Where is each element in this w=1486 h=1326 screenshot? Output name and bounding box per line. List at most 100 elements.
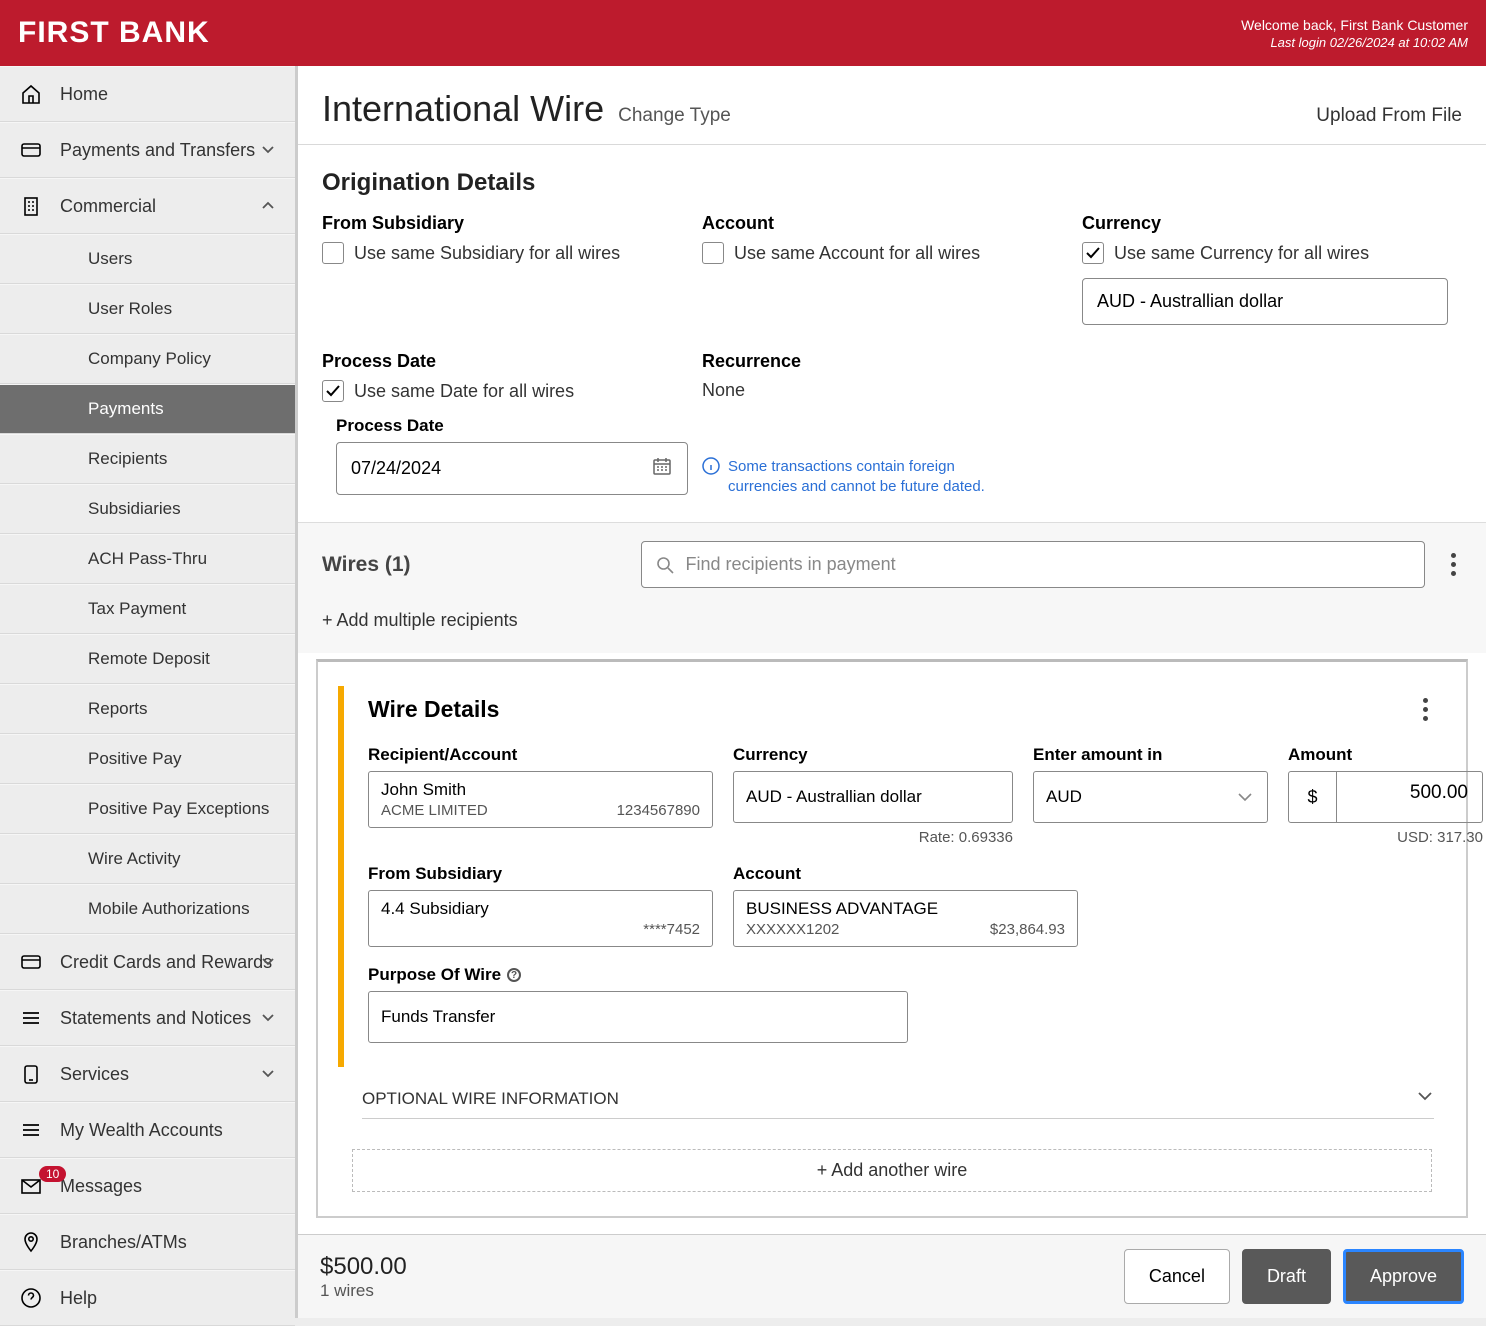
- amount-in-select[interactable]: AUD: [1033, 771, 1268, 823]
- purpose-input[interactable]: Funds Transfer: [368, 991, 908, 1043]
- same-currency-checkbox-row[interactable]: Use same Currency for all wires: [1082, 242, 1448, 264]
- amount-in-label: Enter amount in: [1033, 745, 1268, 765]
- sublabel: Subsidiaries: [88, 499, 277, 519]
- approve-button[interactable]: Approve: [1343, 1249, 1464, 1304]
- sidebar-item-services[interactable]: Services: [0, 1046, 295, 1102]
- sidebar-item-user-roles[interactable]: User Roles: [0, 284, 295, 334]
- usd-equivalent-text: USD: 317.30: [1288, 829, 1483, 846]
- sidebar-item-commercial[interactable]: Commercial: [0, 178, 295, 234]
- same-account-checkbox-row[interactable]: Use same Account for all wires: [702, 242, 1068, 264]
- recipient-select[interactable]: John Smith ACME LIMITED1234567890: [368, 771, 713, 828]
- sidebar-item-statements[interactable]: Statements and Notices: [0, 990, 295, 1046]
- sublabel: Branches/ATMs: [60, 1232, 277, 1253]
- wire-account-select[interactable]: BUSINESS ADVANTAGE XXXXXX1202 $23,864.93: [733, 890, 1078, 947]
- sidebar-item-remote-deposit[interactable]: Remote Deposit: [0, 634, 295, 684]
- calendar-icon: [651, 455, 673, 482]
- add-another-wire-button[interactable]: + Add another wire: [352, 1149, 1432, 1192]
- sublabel: Tax Payment: [88, 599, 277, 619]
- wire-more-menu[interactable]: [1417, 692, 1434, 727]
- sidebar-item-wire-activity[interactable]: Wire Activity: [0, 834, 295, 884]
- currency-select[interactable]: AUD - Australlian dollar: [1082, 278, 1448, 325]
- wire-currency-select[interactable]: AUD - Australlian dollar: [733, 771, 1013, 823]
- page-title-row: International Wire Change Type Upload Fr…: [298, 66, 1486, 145]
- sidebar-item-home[interactable]: Home: [0, 66, 295, 122]
- wire-account-label: Account: [733, 864, 1268, 884]
- wires-more-menu[interactable]: [1445, 547, 1462, 582]
- chevron-up-icon: [255, 193, 281, 219]
- sidebar-item-tax-payment[interactable]: Tax Payment: [0, 584, 295, 634]
- sidebar-item-wealth[interactable]: My Wealth Accounts: [0, 1102, 295, 1158]
- wire-card: Wire Details Recipient/Account John Smit…: [316, 659, 1468, 1218]
- sidebar-item-positive-pay[interactable]: Positive Pay: [0, 734, 295, 784]
- recipient-account-num: 1234567890: [617, 802, 700, 819]
- recipient-label: Recipient/Account: [368, 745, 713, 765]
- search-icon: [656, 556, 674, 574]
- cancel-button[interactable]: Cancel: [1124, 1249, 1230, 1304]
- recipient-company: ACME LIMITED: [381, 802, 488, 819]
- sidebar-item-mobile-auth[interactable]: Mobile Authorizations: [0, 884, 295, 934]
- sublabel: Positive Pay: [88, 749, 277, 769]
- sidebar-item-branches[interactable]: Branches/ATMs: [0, 1214, 295, 1270]
- wires-count: 1 wires: [320, 1281, 407, 1301]
- draft-button[interactable]: Draft: [1242, 1249, 1331, 1304]
- sublabel: ACH Pass-Thru: [88, 549, 277, 569]
- sidebar-item-users[interactable]: Users: [0, 234, 295, 284]
- help-icon[interactable]: ?: [507, 968, 521, 982]
- checkbox-unchecked-icon: [702, 242, 724, 264]
- sublabel: Recipients: [88, 449, 277, 469]
- optional-wire-info-toggle[interactable]: OPTIONAL WIRE INFORMATION: [362, 1087, 1434, 1119]
- info-text: Some transactions contain foreign curren…: [728, 457, 1018, 496]
- sidebar-item-credit-cards[interactable]: Credit Cards and Rewards: [0, 934, 295, 990]
- chk-label: Use same Date for all wires: [354, 381, 574, 402]
- sidebar-item-messages[interactable]: 10 Messages: [0, 1158, 295, 1214]
- sidebar-item-positive-pay-exc[interactable]: Positive Pay Exceptions: [0, 784, 295, 834]
- page-title: International Wire: [322, 88, 604, 130]
- checkbox-unchecked-icon: [322, 242, 344, 264]
- amount-input[interactable]: $ 500.00: [1288, 771, 1483, 823]
- wire-from-sub-select[interactable]: 4.4 Subsidiary ****7452: [368, 890, 713, 947]
- wire-account-name: BUSINESS ADVANTAGE: [746, 899, 1065, 919]
- sublabel: Services: [60, 1064, 277, 1085]
- recipient-search-input[interactable]: Find recipients in payment: [641, 541, 1425, 588]
- sublabel: Reports: [88, 699, 277, 719]
- card-icon: [18, 949, 44, 975]
- sidebar-item-reports[interactable]: Reports: [0, 684, 295, 734]
- amount-label: Amount: [1288, 745, 1483, 765]
- process-date-input[interactable]: 07/24/2024: [336, 442, 688, 495]
- total-amount: $500.00: [320, 1253, 407, 1281]
- app-header: FIRST BANK Welcome back, First Bank Cust…: [0, 0, 1486, 66]
- change-type-link[interactable]: Change Type: [618, 105, 731, 127]
- recurrence-label: Recurrence: [702, 351, 1068, 372]
- process-date-sublabel: Process Date: [336, 416, 688, 436]
- add-multiple-recipients-link[interactable]: + Add multiple recipients: [298, 596, 1486, 653]
- sidebar-item-payments[interactable]: Payments: [0, 384, 295, 434]
- upload-from-file-link[interactable]: Upload From File: [1316, 105, 1462, 127]
- sublabel: My Wealth Accounts: [60, 1120, 277, 1141]
- amount-value: 500.00: [1337, 772, 1482, 822]
- from-sub-mask: ****7452: [643, 921, 700, 938]
- same-subsidiary-checkbox-row[interactable]: Use same Subsidiary for all wires: [322, 242, 688, 264]
- purpose-value: Funds Transfer: [381, 1007, 495, 1027]
- currency-label: Currency: [1082, 213, 1448, 234]
- sidebar-item-company-policy[interactable]: Company Policy: [0, 334, 295, 384]
- sublabel: Wire Activity: [88, 849, 277, 869]
- sidebar-item-subsidiaries[interactable]: Subsidiaries: [0, 484, 295, 534]
- process-date-label: Process Date: [322, 351, 688, 372]
- same-date-checkbox-row[interactable]: Use same Date for all wires: [322, 380, 688, 402]
- help-icon: [18, 1285, 44, 1311]
- last-login-text: Last login 02/26/2024 at 10:02 AM: [1241, 35, 1468, 50]
- wires-heading: Wires (1): [322, 553, 411, 577]
- sidebar-item-ach-pass[interactable]: ACH Pass-Thru: [0, 534, 295, 584]
- sidebar-item-recipients[interactable]: Recipients: [0, 434, 295, 484]
- list-icon: [18, 1005, 44, 1031]
- wire-from-sub-label: From Subsidiary: [368, 864, 713, 884]
- wire-account-balance: $23,864.93: [990, 921, 1065, 938]
- from-subsidiary-label: From Subsidiary: [322, 213, 688, 234]
- wire-account-mask: XXXXXX1202: [746, 921, 839, 938]
- chk-label: Use same Currency for all wires: [1114, 243, 1369, 264]
- sidebar-item-payments-transfers[interactable]: Payments and Transfers: [0, 122, 295, 178]
- list-icon: [18, 1117, 44, 1143]
- chevron-down-icon: [255, 949, 281, 975]
- sublabel: Positive Pay Exceptions: [88, 799, 277, 819]
- chevron-down-icon: [255, 1005, 281, 1031]
